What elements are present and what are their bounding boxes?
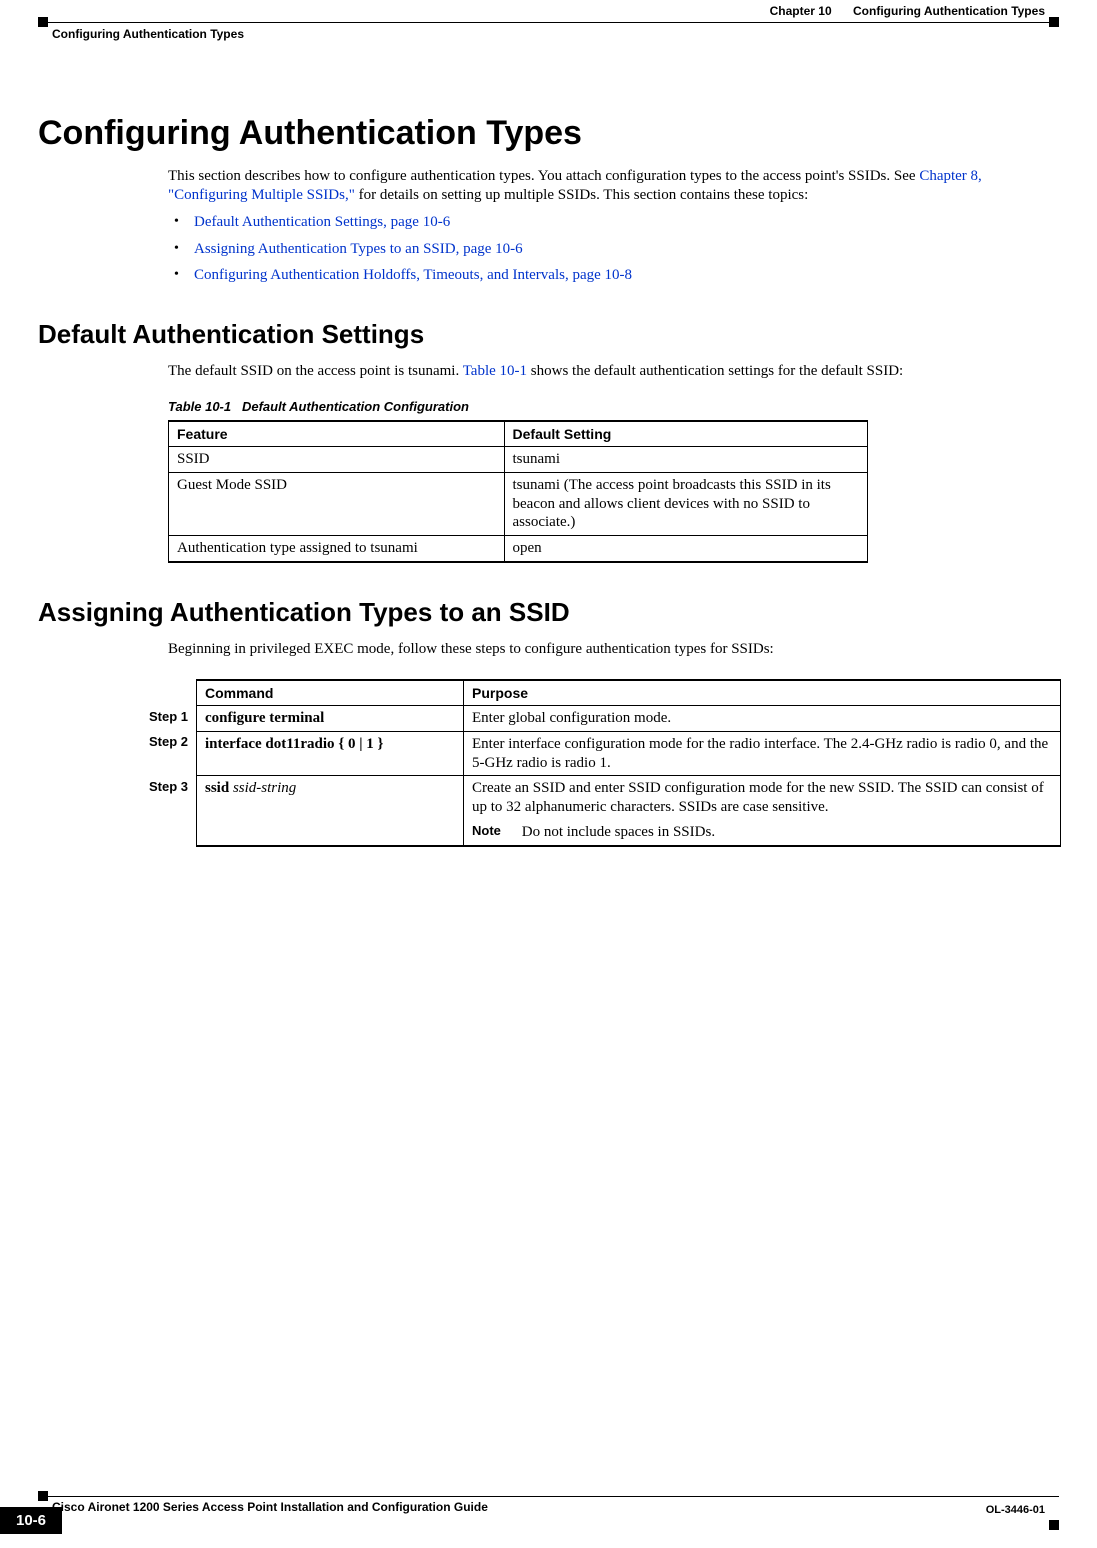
book-title: Cisco Aironet 1200 Series Access Point I… [52,1500,488,1514]
cell-feature: Guest Mode SSID [169,472,505,535]
footer-marker-icon [1049,1520,1059,1530]
page-header: Chapter 10 Configuring Authentication Ty… [38,0,1059,34]
command-cell: interface dot11radio { 0 | 1 } [197,731,464,776]
table-caption: Table 10-1 Default Authentication Config… [168,399,1059,414]
assign-intro: Beginning in privileged EXEC mode, follo… [168,640,1053,659]
step-label: Step 1 [136,706,197,732]
table-row: Guest Mode SSID tsunami (The access poin… [169,472,868,535]
th-feature: Feature [169,421,505,447]
table-10-1-link[interactable]: Table 10-1 [463,363,527,379]
command-cell: ssid ssid-string [197,776,464,846]
th-command: Command [197,680,464,706]
default-auth-table: Feature Default Setting SSID tsunami Gue… [168,420,868,563]
page-footer: Cisco Aironet 1200 Series Access Point I… [38,1478,1059,1530]
empty-cell [136,680,197,706]
note-text: Do not include spaces in SSIDs. [522,823,1046,842]
topic-list-item: Assigning Authentication Types to an SSI… [168,240,1053,259]
command-text: interface dot11radio [205,736,335,752]
purpose-cell: Enter interface configuration mode for t… [464,731,1061,776]
intro-text: This section describes how to configure … [168,168,919,184]
cell-value: open [504,536,867,562]
cell-value: tsunami [504,447,867,473]
assign-intro-text: Beginning in privileged EXEC mode, follo… [168,640,1053,659]
page-title: Configuring Authentication Types [38,114,1059,153]
table-row: Authentication type assigned to tsunami … [169,536,868,562]
table-row: SSID tsunami [169,447,868,473]
purpose-cell: Enter global configuration mode. [464,706,1061,732]
step-label: Step 2 [136,731,197,776]
document-id: OL-3446-01 [986,1504,1045,1516]
default-auth-text-after: shows the default authentication setting… [531,363,903,379]
purpose-text: Create an SSID and enter SSID configurat… [472,779,1052,817]
topic-list: Default Authentication Settings, page 10… [168,213,1053,285]
step-row: Step 3 ssid ssid-string Create an SSID a… [136,776,1061,846]
chapter-line: Chapter 10 Configuring Authentication Ty… [770,4,1045,18]
cell-feature: SSID [169,447,505,473]
command-cell: configure terminal [197,706,464,732]
purpose-cell: Create an SSID and enter SSID configurat… [464,776,1061,846]
topic-link[interactable]: Configuring Authentication Holdoffs, Tim… [194,267,632,283]
chapter-number: Chapter 10 [770,4,832,18]
command-text: configure terminal [205,710,324,726]
step-row: Step 1 configure terminal Enter global c… [136,706,1061,732]
header-rule [38,22,1059,23]
subsection-heading: Default Authentication Settings [38,319,1059,350]
table-caption-title: Default Authentication Configuration [242,399,469,414]
th-purpose: Purpose [464,680,1061,706]
intro-paragraph: This section describes how to configure … [168,167,1053,285]
section-breadcrumb: Configuring Authentication Types [52,27,244,41]
header-marker-icon [1049,17,1059,27]
default-auth-paragraph: The default SSID on the access point is … [168,362,1053,381]
chapter-title: Configuring Authentication Types [853,4,1045,18]
default-auth-text: The default SSID on the access point is … [168,363,463,379]
topic-link[interactable]: Assigning Authentication Types to an SSI… [194,241,523,257]
topic-list-item: Configuring Authentication Holdoffs, Tim… [168,266,1053,285]
th-default: Default Setting [504,421,867,447]
command-text: ssid [205,780,229,796]
steps-table: Command Purpose Step 1 configure termina… [136,679,1061,847]
header-marker-icon [38,17,48,27]
table-caption-number: Table 10-1 [168,399,231,414]
note-label: Note [472,823,518,839]
footer-rule [38,1496,1059,1497]
step-label: Step 3 [136,776,197,846]
cell-feature: Authentication type assigned to tsunami [169,536,505,562]
topic-link[interactable]: Default Authentication Settings, page 10… [194,214,450,230]
step-row: Step 2 interface dot11radio { 0 | 1 } En… [136,731,1061,776]
command-tail: { 0 | 1 } [335,736,384,752]
command-italic: ssid-string [229,780,296,796]
page-number: 10-6 [0,1507,62,1534]
subsection-heading: Assigning Authentication Types to an SSI… [38,597,1059,628]
cell-value: tsunami (The access point broadcasts thi… [504,472,867,535]
topic-list-item: Default Authentication Settings, page 10… [168,213,1053,232]
intro-text-after: for details on setting up multiple SSIDs… [359,187,809,203]
